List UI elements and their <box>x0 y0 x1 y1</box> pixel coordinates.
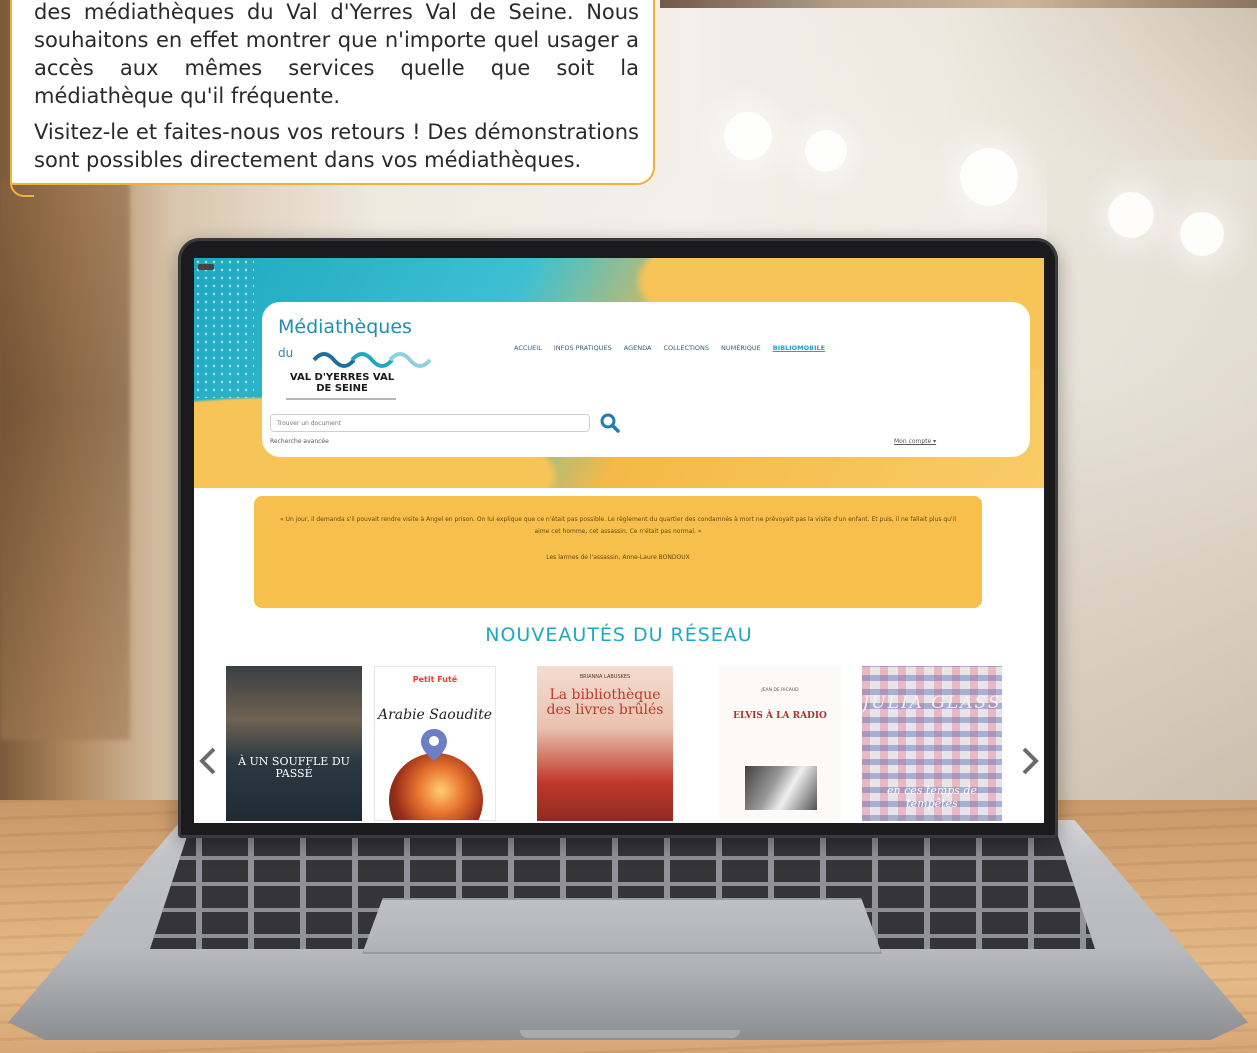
search-input[interactable] <box>270 414 590 432</box>
logo-title[interactable]: Médiathèques <box>278 316 412 338</box>
laptop-screen: Médiathèques du VAL D'YERRES VAL DE SEIN… <box>194 258 1044 823</box>
site-nav: ACCUEIL INFOS PRATIQUES AGENDA COLLECTIO… <box>514 344 825 352</box>
logo-du: du <box>278 346 294 360</box>
article-text-box: des médiathèques du Val d'Yerres Val de … <box>10 0 655 197</box>
book-title: JULIA GLASS <box>862 693 1002 713</box>
quote-source[interactable]: Les larmes de l'assassin, Anne-Laure BON… <box>272 552 964 564</box>
search-icon[interactable] <box>599 412 621 434</box>
account-menu-link[interactable]: Mon compte ▾ <box>894 438 936 445</box>
article-paragraph: Visitez-le et faites-nous vos retours ! … <box>34 120 639 172</box>
book-cover[interactable]: JULIA GLASS en ces temps de tempêtes <box>862 666 1002 821</box>
nav-item-agenda[interactable]: AGENDA <box>624 344 652 352</box>
logo-name: VAL D'YERRES VAL DE SEINE <box>289 372 395 394</box>
logo-underline <box>286 398 396 400</box>
chevron-left-icon[interactable] <box>198 746 218 776</box>
book-cover[interactable]: BRIANNA LABUSKES La bibliothèque des liv… <box>537 666 673 821</box>
dot-pattern <box>194 258 254 398</box>
book-title: Arabie Saoudite <box>377 707 493 723</box>
quote-text: « Un jour, il demanda s'il pouvait rendr… <box>279 516 957 535</box>
cover-illustration <box>389 753 483 820</box>
nav-item-collections[interactable]: COLLECTIONS <box>663 344 709 352</box>
nav-item-infos-pratiques[interactable]: INFOS PRATIQUES <box>554 344 612 352</box>
bokeh-light <box>1108 192 1154 238</box>
book-brand: Petit Futé <box>412 675 458 684</box>
nav-item-bibliomobile[interactable]: BIBLIOMOBILE <box>773 344 825 352</box>
book-subtitle: en ces temps de tempêtes <box>887 784 977 810</box>
book-cover[interactable]: Petit Futé Arabie Saoudite <box>374 666 496 821</box>
nav-item-accueil[interactable]: ACCUEIL <box>514 344 542 352</box>
top-photo-edge <box>660 0 1257 8</box>
cover-photo <box>745 766 817 810</box>
laptop-notch <box>520 1030 740 1038</box>
bokeh-light <box>724 112 772 160</box>
background-wall <box>1047 160 1257 820</box>
bokeh-light <box>805 130 847 172</box>
book-title: À UN SOUFFLE DU PASSÉ <box>238 755 350 780</box>
book-title: La bibliothèque des livres brûlés <box>546 687 664 718</box>
article-paragraph: des médiathèques du Val d'Yerres Val de … <box>34 0 639 108</box>
advanced-search-link[interactable]: Recherche avancée <box>270 438 329 445</box>
chevron-right-icon[interactable] <box>1020 746 1040 776</box>
browser-control-icon <box>198 264 214 270</box>
book-cover[interactable]: À UN SOUFFLE DU PASSÉ <box>226 666 362 821</box>
nav-item-numerique[interactable]: NUMÉRIQUE <box>721 344 761 352</box>
background-shelf <box>0 180 130 740</box>
book-cover[interactable]: JEAN DE RICAUD ELVIS À LA RADIO <box>719 666 841 821</box>
book-author: JEAN DE RICAUD <box>761 688 799 693</box>
quote-box: « Un jour, il demanda s'il pouvait rendr… <box>254 496 982 608</box>
book-author: BRIANNA LABUSKES <box>579 674 631 680</box>
book-title: ELVIS À LA RADIO <box>733 711 827 721</box>
section-title: NOUVEAUTÉS DU RÉSEAU <box>485 624 753 646</box>
logo-waves-icon <box>312 352 432 368</box>
bokeh-light <box>960 148 1018 206</box>
photo-scene: Médiathèques du VAL D'YERRES VAL DE SEIN… <box>0 0 1257 1053</box>
laptop-trackpad <box>362 898 882 954</box>
bokeh-light <box>1180 212 1224 256</box>
map-pin-icon <box>421 729 447 761</box>
